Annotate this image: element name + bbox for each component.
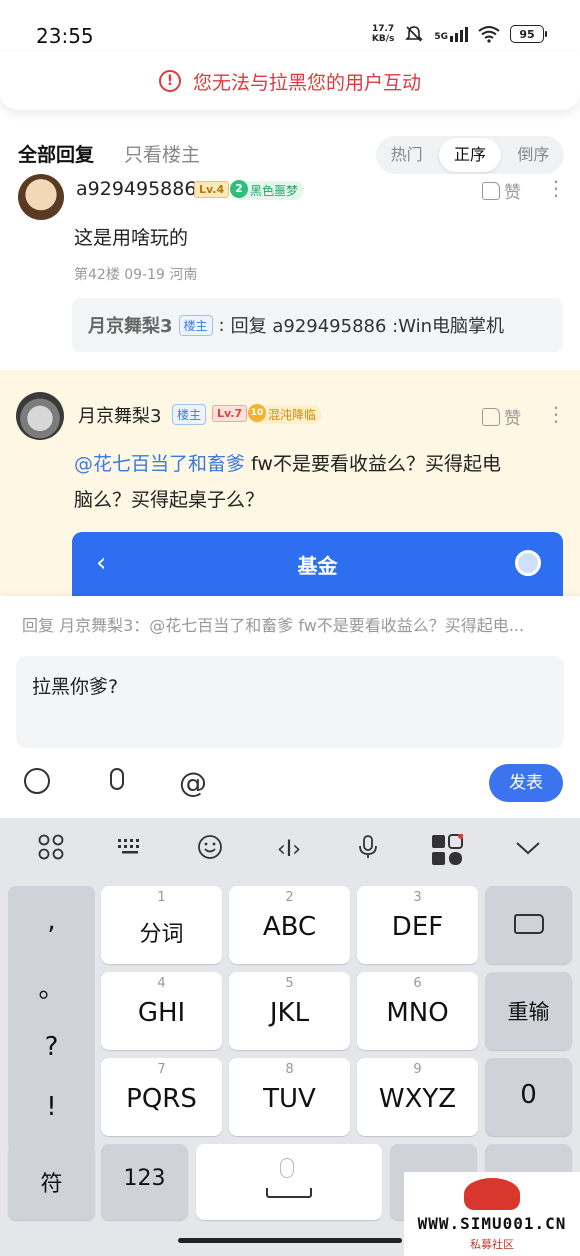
avatar[interactable] bbox=[18, 174, 64, 220]
microphone-icon bbox=[110, 768, 124, 790]
emoji-button[interactable] bbox=[24, 768, 54, 798]
reply-input[interactable]: 拉黑你爹? bbox=[16, 656, 564, 748]
sub-reply[interactable]: 月京舞梨3 楼主 : 回复 a929495886 :Win电脑掌机 bbox=[72, 298, 563, 352]
symbols-key[interactable]: 符 bbox=[8, 1144, 95, 1220]
key-1[interactable]: 1 分词 bbox=[101, 886, 222, 964]
reply-tabs: 全部回复 只看楼主 热门 正序 倒序 bbox=[0, 130, 580, 182]
op-tag: 楼主 bbox=[178, 314, 213, 336]
sort-hot[interactable]: 热门 bbox=[376, 138, 437, 172]
at-sign-icon: @ bbox=[179, 766, 207, 799]
mention-button[interactable]: @ bbox=[178, 768, 208, 798]
username[interactable]: a929495886 bbox=[76, 178, 196, 200]
watermark-subtitle: 私募社区 bbox=[470, 1238, 514, 1251]
thumbs-up-icon bbox=[482, 407, 500, 426]
sort-ascending[interactable]: 正序 bbox=[439, 138, 501, 172]
comma-key[interactable]: , bbox=[8, 906, 95, 936]
keyboard-icon[interactable] bbox=[114, 834, 146, 866]
network-speed: 17.7 KB/s bbox=[371, 24, 395, 44]
microphone-icon[interactable] bbox=[352, 834, 384, 866]
toolbox-icon[interactable] bbox=[431, 833, 464, 866]
sort-segmented-control: 热门 正序 倒序 bbox=[376, 136, 564, 174]
comment-text: 这是用啥玩的 bbox=[74, 227, 189, 249]
mute-icon bbox=[405, 26, 424, 42]
level-badge: Lv.4 bbox=[194, 181, 230, 198]
tab-all-replies[interactable]: 全部回复 bbox=[18, 140, 94, 167]
exclamation-key[interactable]: ! bbox=[8, 1092, 95, 1122]
mention-link[interactable]: @花七百当了和畜爹 bbox=[74, 453, 245, 475]
thumbs-up-icon bbox=[482, 181, 500, 200]
watermark-url: WWW.SIMU001.CN bbox=[417, 1214, 567, 1233]
exclamation-circle-icon: ! bbox=[158, 70, 181, 92]
username[interactable]: 月京舞梨3 bbox=[78, 402, 161, 428]
like-button[interactable]: 赞 bbox=[482, 404, 521, 429]
period-key[interactable]: 。 bbox=[8, 968, 95, 1005]
sub-reply-text: 回复 a929495886 :Win电脑掌机 bbox=[230, 316, 505, 337]
like-button[interactable]: 赞 bbox=[482, 178, 521, 203]
comment-highlighted: 月京舞梨3 楼主 Lv.7 混沌降临 10 赞 ⋮ @花七百当了和畜爹 fw不是… bbox=[0, 370, 580, 596]
title-badge-medal-icon: 10 bbox=[248, 404, 266, 422]
robot-icon bbox=[515, 550, 541, 576]
key-8[interactable]: 8 TUV bbox=[229, 1058, 350, 1136]
more-options-icon[interactable]: ⋮ bbox=[546, 404, 566, 424]
signal-icon: 5G bbox=[434, 26, 468, 42]
comment-text: @花七百当了和畜爹 fw不是要看收益么？买得起电 脑么？买得起桌子么？ bbox=[74, 453, 501, 511]
emoji-icon[interactable] bbox=[194, 834, 226, 866]
more-options-icon[interactable]: ⋮ bbox=[546, 178, 566, 198]
comment-meta: 第42楼 09-19 河南 bbox=[74, 267, 198, 283]
status-icons: 17.7 KB/s 5G 95 bbox=[371, 24, 547, 44]
question-key[interactable]: ? bbox=[8, 1032, 95, 1062]
key-5[interactable]: 5 JKL bbox=[229, 972, 350, 1050]
keyboard-toolbar: ‹I› bbox=[0, 818, 580, 882]
battery-icon: 95 bbox=[510, 25, 547, 43]
key-7[interactable]: 7 PQRS bbox=[101, 1058, 222, 1136]
smiley-icon bbox=[24, 768, 50, 794]
clock: 23:55 bbox=[36, 24, 94, 48]
sub-reply-author[interactable]: 月京舞梨3 bbox=[88, 312, 173, 338]
send-button[interactable]: 发表 bbox=[489, 764, 563, 802]
reenter-key[interactable]: 重输 bbox=[485, 972, 572, 1050]
key-9[interactable]: 9 WXYZ bbox=[357, 1058, 478, 1136]
voice-hint-icon bbox=[280, 1158, 294, 1178]
title-badge-gem-icon: 2 bbox=[230, 180, 248, 198]
comment-floor-42: a929495886 Lv.4 黑色噩梦 2 赞 ⋮ 这是用啥玩的 第42楼 0… bbox=[0, 174, 580, 370]
key-3[interactable]: 3 DEF bbox=[357, 886, 478, 964]
collapse-keyboard-chevron-down-icon[interactable] bbox=[512, 834, 544, 866]
warning-text: 您无法与拉黑您的用户互动 bbox=[192, 71, 421, 94]
op-tag: 楼主 bbox=[172, 404, 207, 425]
site-watermark: WWW.SIMU001.CN 私募社区 bbox=[404, 1172, 580, 1256]
backspace-icon bbox=[513, 914, 544, 934]
watermark-logo bbox=[464, 1178, 520, 1210]
punctuation-column: , 。 ? ! bbox=[8, 886, 95, 1152]
home-indicator[interactable] bbox=[178, 1238, 402, 1243]
voice-button[interactable] bbox=[102, 768, 132, 798]
image-title: 基金 bbox=[297, 554, 338, 578]
blocked-warning-banner: ! 您无法与拉黑您的用户互动 bbox=[0, 52, 580, 110]
space-bar-icon bbox=[266, 1188, 312, 1198]
numbers-key[interactable]: 123 bbox=[101, 1144, 188, 1220]
reply-target-text: 回复 月京舞梨3：@花七百当了和畜爹 fw不是要看收益么？买得起电... bbox=[22, 616, 525, 635]
tab-op-only[interactable]: 只看楼主 bbox=[124, 140, 200, 167]
attached-screenshot-image[interactable]: ‹ 基金 bbox=[72, 532, 563, 596]
backspace-key[interactable] bbox=[485, 886, 572, 964]
wifi-icon bbox=[478, 26, 500, 43]
key-2[interactable]: 2 ABC bbox=[229, 886, 350, 964]
space-key[interactable] bbox=[196, 1144, 382, 1220]
cursor-move-icon[interactable]: ‹I› bbox=[273, 834, 305, 866]
key-6[interactable]: 6 MNO bbox=[357, 972, 478, 1050]
apps-grid-icon[interactable] bbox=[35, 834, 67, 866]
reply-composer: 回复 月京舞梨3：@花七百当了和畜爹 fw不是要看收益么？买得起电... 拉黑你… bbox=[0, 596, 580, 818]
key-0[interactable]: 0 bbox=[485, 1058, 572, 1136]
level-badge: Lv.7 bbox=[212, 405, 248, 422]
sort-descending[interactable]: 倒序 bbox=[503, 138, 564, 172]
avatar[interactable] bbox=[16, 392, 64, 440]
key-4[interactable]: 4 GHI bbox=[101, 972, 222, 1050]
